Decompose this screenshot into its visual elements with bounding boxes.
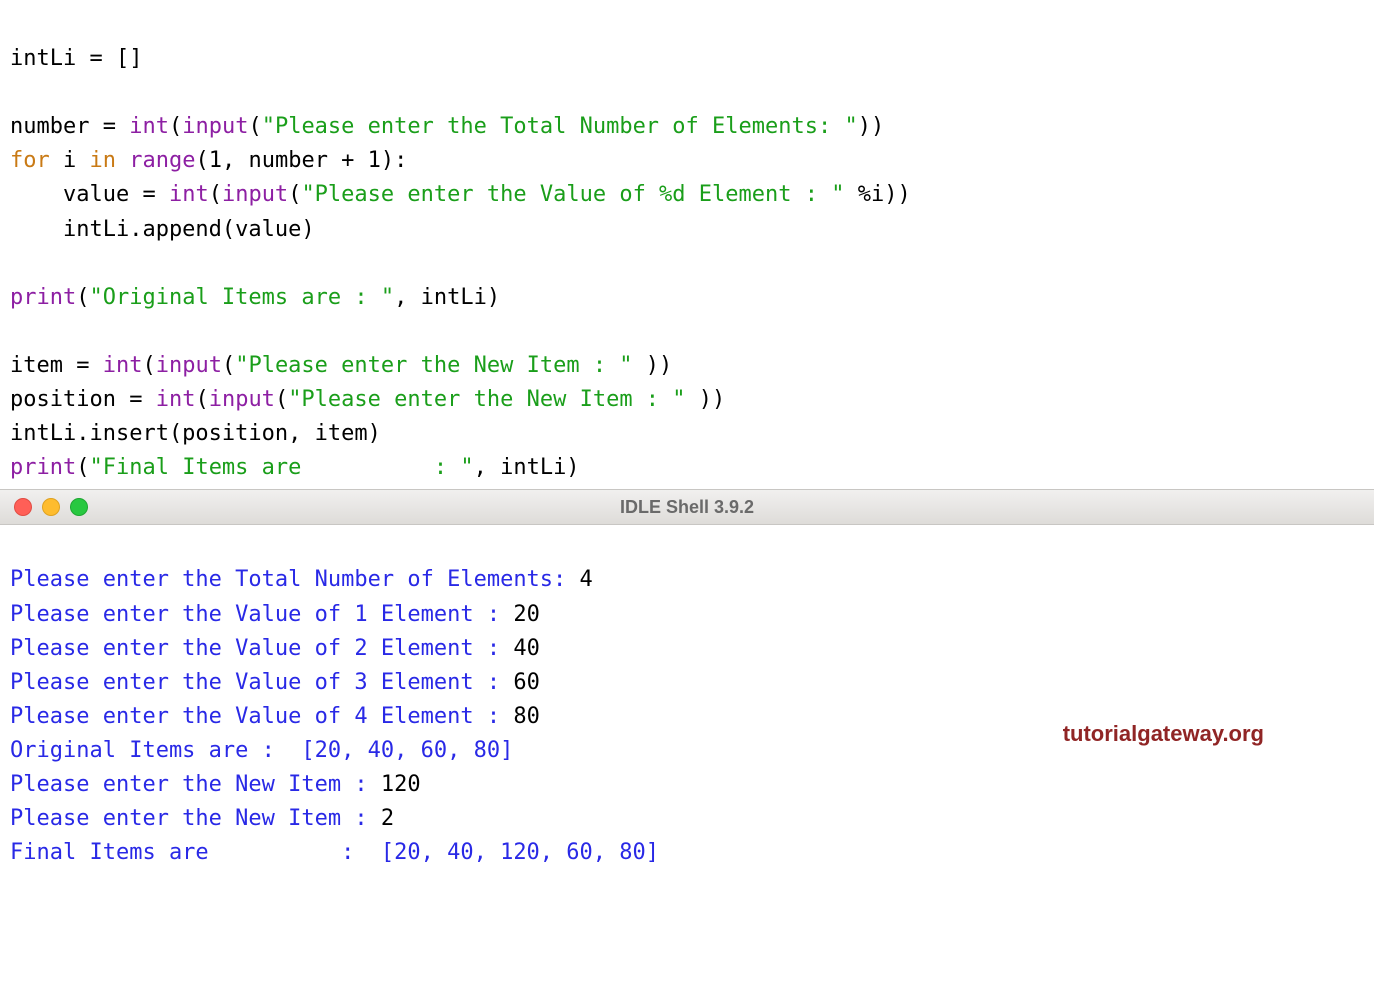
string-literal: "Please enter the New Item : ": [288, 387, 685, 412]
prompt-text: Please enter the Value of 2 Element :: [10, 636, 513, 661]
code-text: [116, 148, 129, 173]
paren: (: [142, 353, 155, 378]
user-input: 2: [381, 806, 394, 831]
paren: )): [858, 114, 885, 139]
paren: (: [195, 387, 208, 412]
code-text: %i)): [845, 182, 911, 207]
prompt-text: Please enter the Value of 1 Element :: [10, 602, 513, 627]
code-text: position =: [10, 387, 156, 412]
builtin-input: input: [222, 182, 288, 207]
code-text: , intLi): [394, 285, 500, 310]
paren: (: [169, 114, 182, 139]
builtin-int: int: [169, 182, 209, 207]
code-line: intLi.insert(position, item): [10, 421, 381, 446]
builtin-range: range: [129, 148, 195, 173]
keyword-for: for: [10, 148, 50, 173]
string-literal: "Please enter the Value of %d Element : …: [301, 182, 844, 207]
paren: (: [76, 455, 89, 480]
builtin-int: int: [156, 387, 196, 412]
code-text: item =: [10, 353, 103, 378]
user-input: 80: [513, 704, 540, 729]
code-text: (1, number + 1):: [195, 148, 407, 173]
user-input: 20: [513, 602, 540, 627]
paren: (: [209, 182, 222, 207]
user-input: 120: [381, 772, 421, 797]
code-line: intLi = []: [10, 46, 142, 71]
user-input: 4: [580, 567, 593, 592]
code-text: , intLi): [474, 455, 580, 480]
user-input: 40: [513, 636, 540, 661]
builtin-print: print: [10, 285, 76, 310]
prompt-text: Please enter the Value of 3 Element :: [10, 670, 513, 695]
keyword-in: in: [90, 148, 117, 173]
builtin-int: int: [129, 114, 169, 139]
string-literal: "Please enter the New Item : ": [235, 353, 632, 378]
shell-output: Please enter the Total Number of Element…: [0, 525, 1374, 914]
paren: (: [76, 285, 89, 310]
paren: (: [222, 353, 235, 378]
prompt-text: Please enter the New Item :: [10, 772, 381, 797]
window-title: IDLE Shell 3.9.2: [0, 497, 1374, 518]
code-text: number =: [10, 114, 129, 139]
code-text: i: [50, 148, 90, 173]
output-line: Original Items are : [20, 40, 60, 80]: [10, 738, 513, 763]
code-editor: intLi = [] number = int(input("Please en…: [0, 0, 1374, 489]
code-text: )): [686, 387, 726, 412]
string-literal: "Please enter the Total Number of Elemen…: [262, 114, 858, 139]
prompt-text: Please enter the New Item :: [10, 806, 381, 831]
paren: (: [248, 114, 261, 139]
prompt-text: Please enter the Total Number of Element…: [10, 567, 580, 592]
builtin-input: input: [156, 353, 222, 378]
code-text: )): [633, 353, 673, 378]
shell-window-titlebar: IDLE Shell 3.9.2: [0, 489, 1374, 525]
paren: (: [275, 387, 288, 412]
watermark: tutorialgateway.org: [1063, 717, 1264, 751]
builtin-int: int: [103, 353, 143, 378]
prompt-text: Please enter the Value of 4 Element :: [10, 704, 513, 729]
code-text: value =: [10, 182, 169, 207]
builtin-print: print: [10, 455, 76, 480]
string-literal: "Final Items are : ": [89, 455, 473, 480]
builtin-input: input: [182, 114, 248, 139]
output-line: Final Items are : [20, 40, 120, 60, 80]: [10, 840, 659, 865]
code-line: intLi.append(value): [10, 217, 315, 242]
user-input: 60: [513, 670, 540, 695]
builtin-input: input: [209, 387, 275, 412]
paren: (: [288, 182, 301, 207]
string-literal: "Original Items are : ": [89, 285, 394, 310]
